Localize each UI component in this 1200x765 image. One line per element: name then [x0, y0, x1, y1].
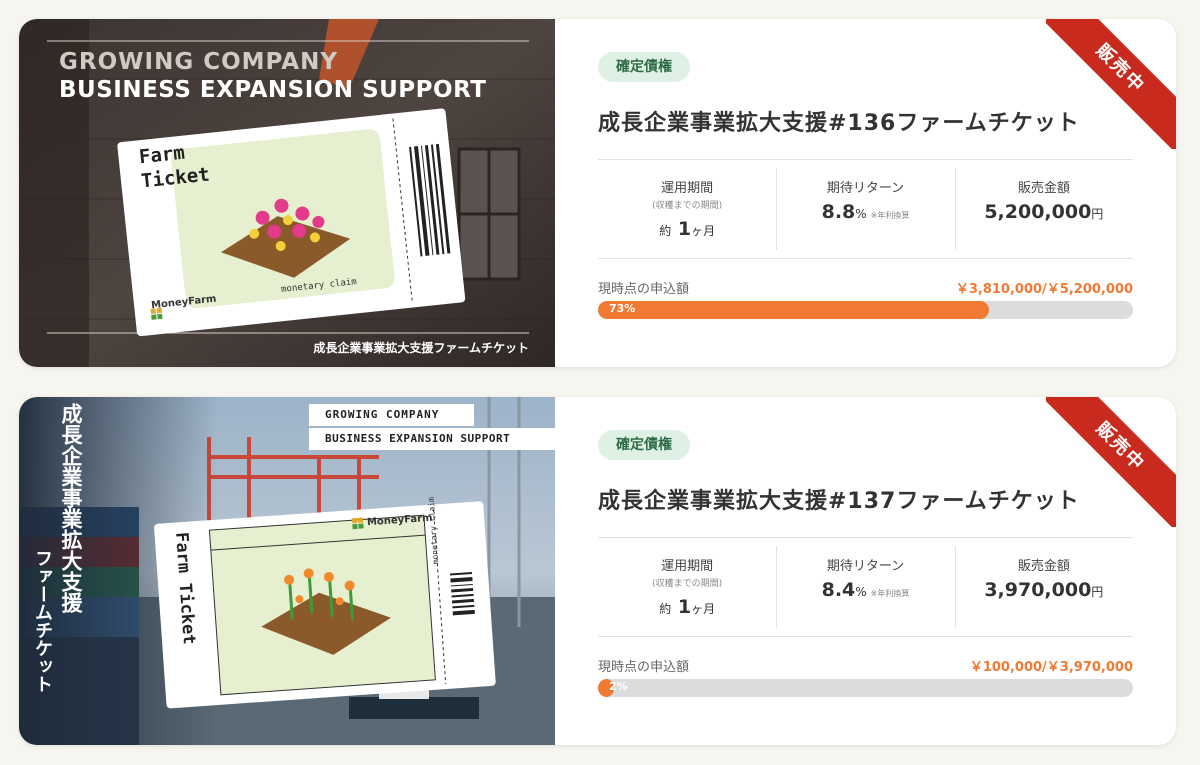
stat-amount: 販売金額 5,200,000円 — [954, 160, 1133, 258]
thumb-heading-2: BUSINESS EXPANSION SUPPORT — [59, 77, 487, 103]
stat-period-sub: (収穫までの期間) — [652, 201, 723, 211]
stat-period: 運用期間 (収穫までの期間) 約 1ヶ月 — [598, 538, 776, 636]
progress-percent: 2% — [609, 680, 628, 693]
stat-return-label: 期待リターン — [826, 181, 905, 196]
stat-period-label: 運用期間 — [661, 559, 714, 574]
stat-period-sub: (収穫までの期間) — [652, 579, 723, 589]
stat-return: 期待リターン 8.8% ※年利換算 — [776, 160, 954, 258]
progress-label: 現時点の申込額 — [598, 660, 690, 675]
return-note: ※年利換算 — [870, 211, 910, 220]
category-badge: 確定債権 — [598, 430, 690, 460]
period-prefix: 約 — [659, 602, 672, 616]
ticket-card-136[interactable]: GROWING COMPANY BUSINESS EXPANSION SUPPO… — [19, 19, 1176, 367]
stat-return-label: 期待リターン — [826, 559, 905, 574]
stat-amount-label: 販売金額 — [1017, 181, 1070, 196]
thumb-caption: 成長企業事業拡大支援ファームチケット — [313, 341, 529, 355]
thumb-heading-2: BUSINESS EXPANSION SUPPORT — [325, 432, 511, 445]
amount-value: 3,970,000 — [984, 579, 1092, 601]
card-info: 確定債権 成長企業事業拡大支援#136ファームチケット 運用期間 (収穫までの期… — [598, 19, 1133, 367]
stat-amount: 販売金額 3,970,000円 — [954, 538, 1133, 636]
progress-amount: ￥3,810,000/￥5,200,000 — [955, 282, 1133, 297]
ticket-card-137[interactable]: GROWING COMPANY BUSINESS EXPANSION SUPPO… — [19, 397, 1176, 745]
ticket-title[interactable]: 成長企業事業拡大支援#136ファームチケット — [598, 105, 1080, 137]
period-unit: ヶ月 — [691, 224, 716, 238]
thumb-heading-1: GROWING COMPANY — [325, 408, 440, 421]
stat-return: 期待リターン 8.4% ※年利換算 — [776, 538, 954, 636]
period-unit: ヶ月 — [691, 602, 716, 616]
period-prefix: 約 — [659, 224, 672, 238]
stat-period: 運用期間 (収穫までの期間) 約 1ヶ月 — [598, 160, 776, 258]
progress-fill — [598, 301, 989, 319]
stat-amount-label: 販売金額 — [1017, 559, 1070, 574]
return-unit: % — [855, 207, 867, 221]
return-note: ※年利換算 — [870, 589, 910, 598]
category-badge: 確定債権 — [598, 52, 690, 82]
card-thumbnail[interactable]: GROWING COMPANY BUSINESS EXPANSION SUPPO… — [19, 397, 555, 745]
card-thumbnail[interactable]: GROWING COMPANY BUSINESS EXPANSION SUPPO… — [19, 19, 555, 367]
return-unit: % — [855, 585, 867, 599]
ticket-title[interactable]: 成長企業事業拡大支援#137ファームチケット — [598, 483, 1080, 515]
progress-amount: ￥100,000/￥3,970,000 — [969, 660, 1133, 675]
vertical-title-1: 成長企業事業拡大支援 — [59, 403, 83, 613]
vertical-title-2: ファームチケット — [32, 549, 53, 693]
amount-unit: 円 — [1091, 585, 1104, 599]
thumb-heading-1: GROWING COMPANY — [59, 49, 338, 75]
period-value: 1 — [677, 596, 692, 618]
period-value: 1 — [677, 218, 692, 240]
stats-table: 運用期間 (収穫までの期間) 約 1ヶ月 期待リターン 8.4% ※年利換算 販売… — [598, 537, 1133, 637]
progress-bar: 73% — [598, 301, 1133, 319]
return-value: 8.4 — [821, 579, 856, 601]
card-info: 確定債権 成長企業事業拡大支援#137ファームチケット 運用期間 (収穫までの期… — [598, 397, 1133, 745]
stat-period-label: 運用期間 — [661, 181, 714, 196]
thumbnail-image-port — [19, 397, 555, 745]
progress-bar: 2% — [598, 679, 1133, 697]
return-value: 8.8 — [821, 201, 856, 223]
progress-label: 現時点の申込額 — [598, 282, 690, 297]
stats-table: 運用期間 (収穫までの期間) 約 1ヶ月 期待リターン 8.8% ※年利換算 販売… — [598, 159, 1133, 259]
amount-value: 5,200,000 — [984, 201, 1092, 223]
progress-percent: 73% — [609, 302, 636, 315]
amount-unit: 円 — [1091, 207, 1104, 221]
